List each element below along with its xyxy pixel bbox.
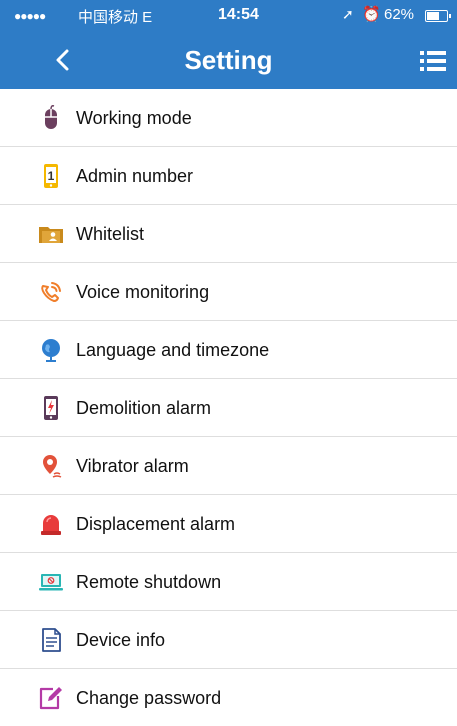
location-icon: ➚ bbox=[342, 6, 354, 22]
pin-vibrate-icon bbox=[43, 455, 62, 478]
settings-item-language-timezone[interactable]: Language and timezone bbox=[0, 321, 457, 379]
settings-item-label: Device info bbox=[76, 630, 166, 650]
settings-item-label: Vibrator alarm bbox=[76, 456, 189, 476]
settings-item-change-password[interactable]: Change password bbox=[0, 669, 457, 726]
battery-percent: 62% bbox=[384, 6, 415, 23]
status-bar: ●●●●● 中国移动 E 14:54 ➚ ⏰ 62% bbox=[0, 0, 457, 30]
settings-item-label: Remote shutdown bbox=[76, 572, 222, 592]
signal-strength: ●●●●● bbox=[14, 9, 46, 23]
settings-item-device-info[interactable]: Device info bbox=[0, 611, 457, 669]
phone-one-icon: 1 bbox=[44, 164, 58, 188]
settings-item-label: Language and timezone bbox=[76, 340, 270, 360]
menu-button[interactable] bbox=[420, 50, 446, 72]
settings-item-displacement-alarm[interactable]: Displacement alarm bbox=[0, 495, 457, 553]
settings-item-working-mode[interactable]: Working mode bbox=[0, 89, 457, 147]
list-menu-icon bbox=[420, 51, 446, 71]
settings-item-label: Demolition alarm bbox=[76, 398, 212, 418]
mouse-icon bbox=[45, 105, 57, 129]
document-icon bbox=[42, 628, 61, 652]
settings-item-remote-shutdown[interactable]: Remote shutdown bbox=[0, 553, 457, 611]
page-title: Setting bbox=[184, 45, 273, 75]
phone-lightning-icon bbox=[44, 396, 58, 420]
settings-item-demolition-alarm[interactable]: Demolition alarm bbox=[0, 379, 457, 437]
folder-contact-icon bbox=[39, 227, 63, 243]
alarm-icon: ⏰ bbox=[362, 6, 381, 23]
svg-text:1: 1 bbox=[48, 169, 55, 183]
settings-item-voice-monitoring[interactable]: Voice monitoring bbox=[0, 263, 457, 321]
settings-list: Working mode 1 Admin number Whitelist Vo… bbox=[0, 89, 457, 726]
status-time: 14:54 bbox=[218, 6, 259, 23]
settings-item-label: Change password bbox=[76, 688, 222, 708]
edit-icon bbox=[39, 687, 62, 710]
settings-item-label: Whitelist bbox=[76, 224, 145, 244]
globe-icon bbox=[42, 339, 60, 362]
app-header: ●●●●● 中国移动 E 14:54 ➚ ⏰ 62% Setting bbox=[0, 0, 457, 89]
settings-item-label: Voice monitoring bbox=[76, 282, 210, 302]
settings-item-label: Admin number bbox=[76, 166, 194, 186]
laptop-shutdown-icon bbox=[39, 574, 63, 591]
carrier-name: 中国移动 E bbox=[78, 9, 153, 26]
battery-icon bbox=[425, 10, 451, 22]
phone-ring-icon bbox=[41, 282, 61, 302]
settings-item-admin-number[interactable]: 1 Admin number bbox=[0, 147, 457, 205]
settings-item-label: Working mode bbox=[76, 108, 192, 128]
siren-icon bbox=[41, 515, 61, 535]
settings-item-label: Displacement alarm bbox=[76, 514, 236, 534]
settings-item-whitelist[interactable]: Whitelist bbox=[0, 205, 457, 263]
settings-item-vibrator-alarm[interactable]: Vibrator alarm bbox=[0, 437, 457, 495]
